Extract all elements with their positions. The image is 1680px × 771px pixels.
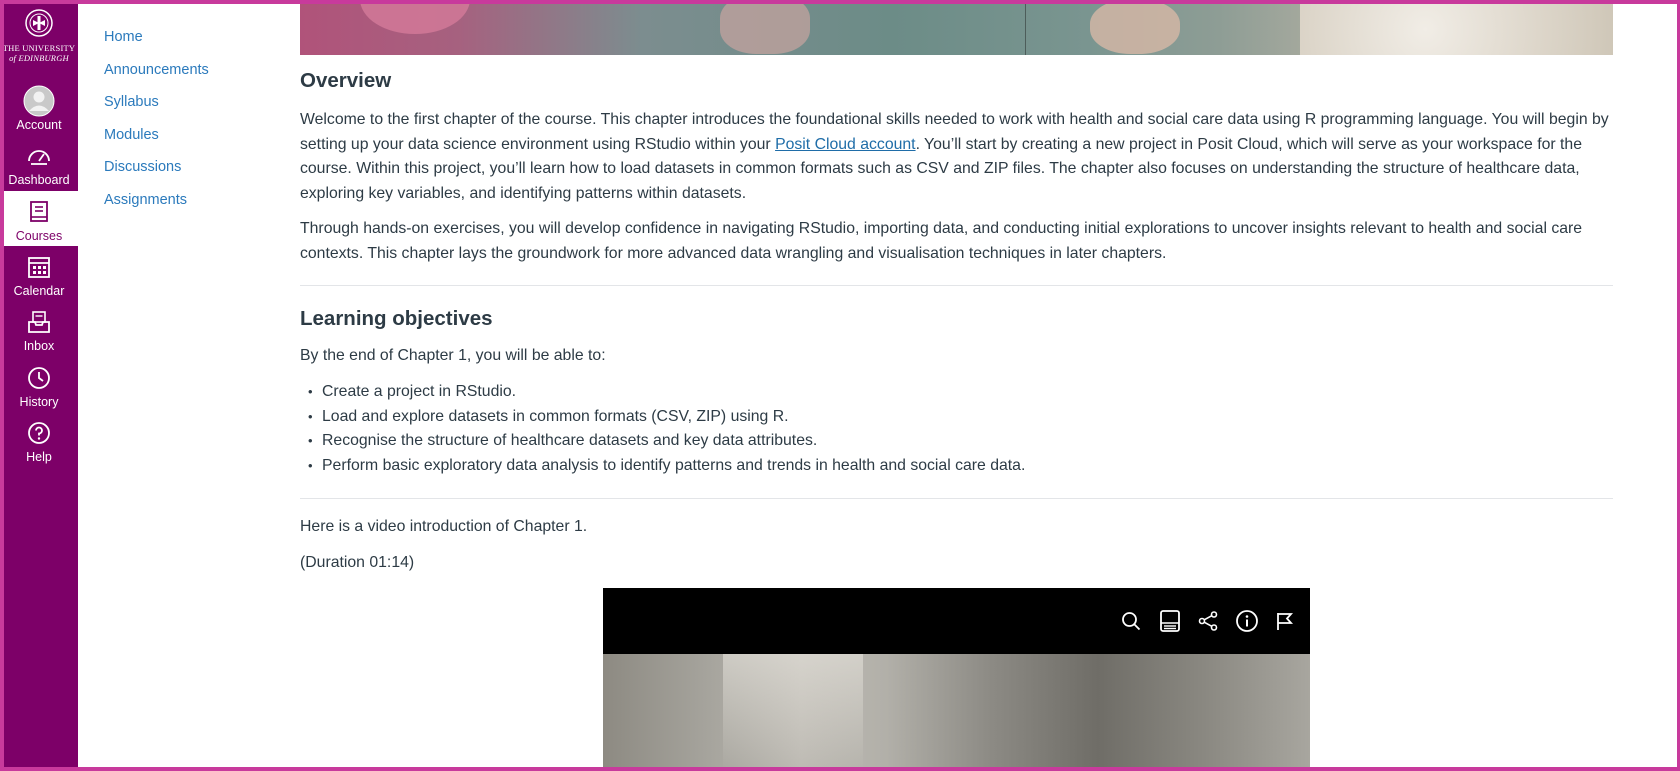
courses-icon	[30, 201, 48, 222]
nav-inbox-label: Inbox	[23, 339, 55, 353]
learning-objectives-list: Create a project in RStudio. Load and ex…	[308, 380, 1025, 478]
learning-objectives-intro: By the end of Chapter 1, you will be abl…	[300, 347, 606, 364]
course-nav-syllabus[interactable]: Syllabus	[104, 93, 209, 126]
nav-dashboard[interactable]: Dashboard	[0, 135, 78, 190]
nav-courses[interactable]: Courses	[0, 191, 78, 246]
history-icon	[28, 367, 50, 389]
nav-account[interactable]: Account	[0, 80, 78, 135]
video-info-button[interactable]	[1230, 604, 1264, 638]
captions-icon	[1160, 610, 1180, 632]
divider	[300, 285, 1613, 286]
university-crest-icon	[25, 9, 53, 37]
course-nav-modules[interactable]: Modules	[104, 126, 209, 159]
list-item: Perform basic exploratory data analysis …	[308, 454, 1025, 479]
nav-inbox[interactable]: Inbox	[0, 301, 78, 356]
posit-cloud-link[interactable]: Posit Cloud account	[775, 136, 916, 153]
nav-calendar[interactable]: Calendar	[0, 246, 78, 301]
account-icon	[23, 85, 55, 117]
video-frame[interactable]	[603, 654, 1310, 771]
global-navigation: THE UNIVERSITY of EDINBURGH Account Dash…	[0, 0, 78, 771]
nav-courses-label: Courses	[15, 229, 63, 243]
course-nav-home[interactable]: Home	[104, 28, 209, 61]
video-toolbar	[603, 588, 1310, 654]
divider	[300, 498, 1613, 499]
overview-paragraph-1: Welcome to the first chapter of the cour…	[300, 108, 1613, 206]
search-icon	[1122, 612, 1141, 631]
nav-help[interactable]: Help	[0, 412, 78, 467]
overview-heading: Overview	[300, 69, 392, 92]
info-icon	[1236, 610, 1258, 632]
calendar-icon	[28, 257, 50, 278]
university-name-line2: of EDINBURGH	[9, 53, 69, 63]
video-search-button[interactable]	[1114, 604, 1148, 638]
list-item: Recognise the structure of healthcare da…	[308, 429, 1025, 454]
course-nav-assignments[interactable]: Assignments	[104, 191, 209, 224]
banner-image	[300, 4, 1613, 55]
video-duration: (Duration 01:14)	[300, 554, 415, 571]
video-share-button[interactable]	[1191, 604, 1225, 638]
university-logo[interactable]: THE UNIVERSITY of EDINBURGH	[0, 8, 78, 63]
course-navigation: Home Announcements Syllabus Modules Disc…	[104, 28, 209, 223]
nav-calendar-label: Calendar	[13, 284, 65, 298]
course-nav-discussions[interactable]: Discussions	[104, 158, 209, 191]
video-intro-text: Here is a video introduction of Chapter …	[300, 518, 588, 535]
video-flag-button[interactable]	[1268, 604, 1302, 638]
help-icon	[28, 422, 50, 444]
video-player[interactable]	[603, 588, 1310, 771]
dashboard-icon	[28, 150, 50, 165]
inbox-icon	[28, 311, 50, 333]
course-nav-announcements[interactable]: Announcements	[104, 61, 209, 94]
flag-icon	[1277, 613, 1294, 630]
nav-history-label: History	[19, 395, 59, 409]
learning-objectives-heading: Learning objectives	[300, 307, 493, 330]
share-icon	[1198, 611, 1218, 631]
nav-help-label: Help	[26, 450, 52, 464]
video-captions-button[interactable]	[1153, 604, 1187, 638]
nav-history[interactable]: History	[0, 357, 78, 412]
university-name-line1: THE UNIVERSITY	[2, 43, 76, 53]
overview-paragraph-2: Through hands-on exercises, you will dev…	[300, 220, 1583, 262]
nav-dashboard-label: Dashboard	[8, 173, 70, 187]
nav-account-label: Account	[16, 118, 62, 132]
list-item: Load and explore datasets in common form…	[308, 405, 1025, 430]
list-item: Create a project in RStudio.	[308, 380, 1025, 405]
